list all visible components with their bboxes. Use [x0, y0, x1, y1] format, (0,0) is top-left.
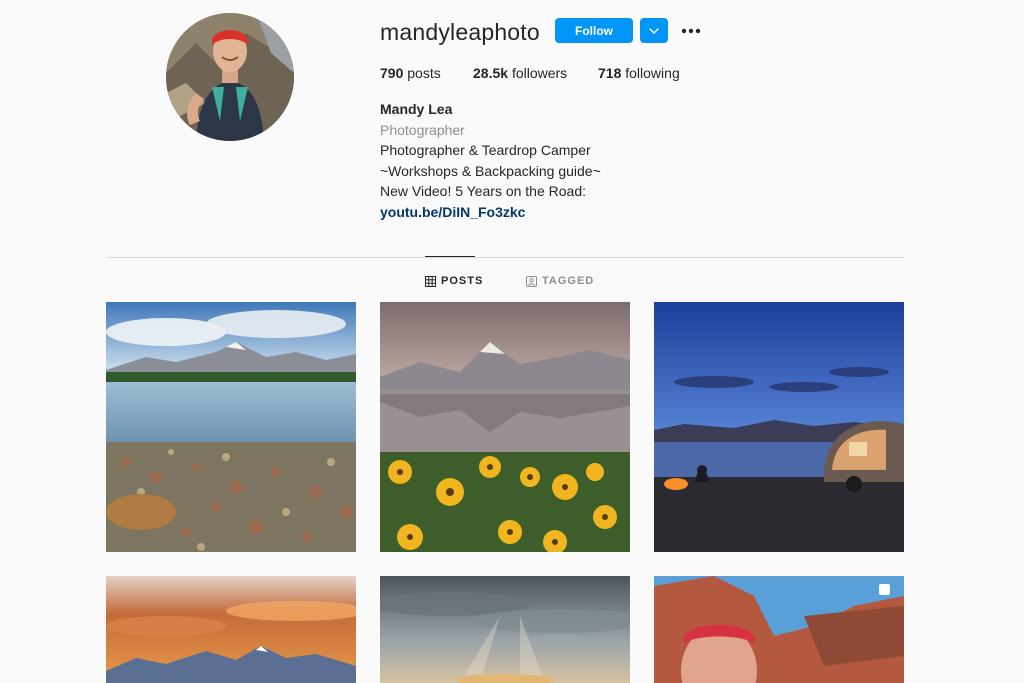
following-label: following	[625, 65, 680, 81]
follow-button[interactable]: Follow	[555, 18, 633, 43]
post-clouds-sunrays[interactable]	[380, 576, 630, 683]
post-mountain-lake-sunflowers[interactable]	[380, 302, 630, 552]
chevron-down-icon	[649, 27, 659, 34]
post-sunset-mountain-peaks[interactable]	[106, 576, 356, 683]
profile-username: mandyleaphoto	[380, 19, 540, 45]
active-tab-indicator	[425, 256, 475, 257]
post-image	[654, 576, 904, 683]
post-image	[654, 302, 904, 552]
avatar-photo	[166, 13, 294, 141]
carousel-icon	[879, 584, 890, 595]
tabs-divider	[106, 257, 904, 258]
bio-link[interactable]: youtu.be/DiIN_Fo3zkc	[380, 202, 601, 223]
more-options-button[interactable]	[678, 18, 704, 43]
bio-line: ~Workshops & Backpacking guide~	[380, 162, 601, 179]
post-canyon-selfie[interactable]	[654, 576, 904, 683]
suggested-dropdown-button[interactable]	[640, 18, 668, 43]
stat-following[interactable]: 718 following	[598, 64, 680, 82]
post-image	[380, 576, 630, 683]
following-count: 718	[598, 65, 622, 81]
followers-count: 28.5k	[473, 65, 509, 81]
followers-label: followers	[511, 65, 568, 81]
post-mountain-lake-pebbles[interactable]	[106, 302, 356, 552]
stat-posts: 790 posts	[380, 64, 441, 82]
post-teardrop-camper-night[interactable]	[654, 302, 904, 552]
tab-tagged[interactable]: TAGGED	[526, 274, 594, 288]
post-image	[380, 302, 630, 552]
profile-full-name: Mandy Lea	[380, 101, 453, 117]
profile-avatar[interactable]	[166, 13, 294, 141]
profile-bio: Mandy Lea Photographer Photographer & Te…	[380, 99, 601, 222]
grid-icon	[425, 275, 436, 287]
more-horizontal-icon	[681, 28, 701, 33]
tab-posts[interactable]: POSTS	[425, 274, 483, 288]
post-image	[106, 576, 356, 683]
tab-tagged-label: TAGGED	[542, 275, 595, 287]
stat-followers[interactable]: 28.5k followers	[473, 64, 567, 82]
posts-label: posts	[407, 65, 441, 81]
profile-header: mandyleaphoto Follow 790 posts 28.5k fol…	[0, 0, 1024, 240]
bio-line: New Video! 5 Years on the Road:	[380, 183, 587, 199]
profile-category: Photographer	[380, 121, 465, 138]
post-image	[106, 302, 356, 552]
tagged-person-icon	[526, 275, 537, 287]
bio-line: Photographer & Teardrop Camper	[380, 142, 591, 158]
posts-count: 790	[380, 65, 404, 81]
tab-posts-label: POSTS	[441, 275, 484, 287]
